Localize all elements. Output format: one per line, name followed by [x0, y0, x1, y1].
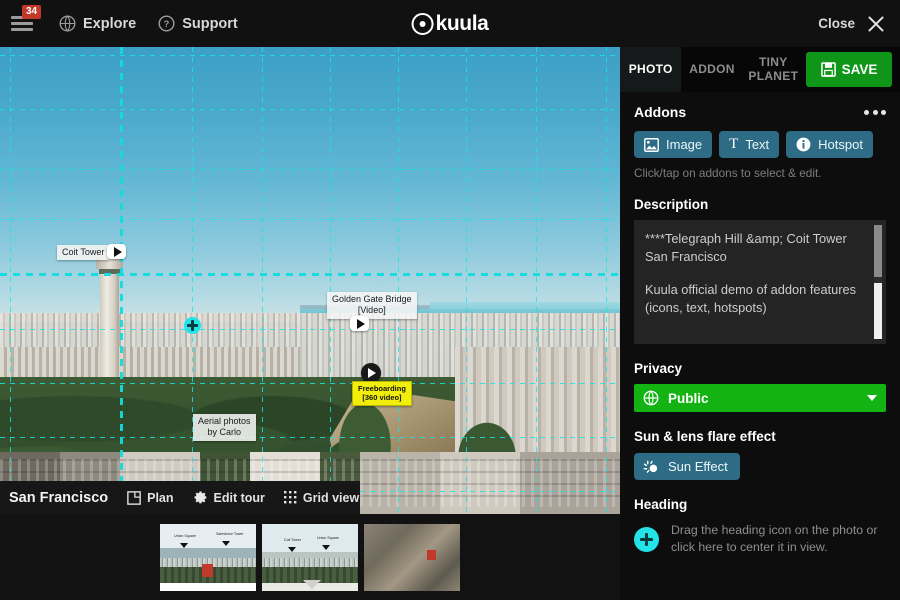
globe-icon — [643, 390, 659, 406]
thumb1-mark-2: Salesforce Tower — [216, 531, 244, 536]
nav-explore[interactable]: Explore — [59, 15, 136, 32]
heading-hint-text: Drag the heading icon on the photo or cl… — [671, 523, 878, 555]
save-button-label: SAVE — [841, 61, 878, 77]
panel-tabs: PHOTO ADDON TINY PLANET SAVE — [620, 47, 900, 92]
text-t-icon: T — [729, 136, 739, 152]
tab-photo[interactable]: PHOTO — [620, 47, 682, 92]
globe-icon — [59, 15, 76, 32]
kuula-logo-text: kuula — [435, 11, 489, 35]
tab-addon[interactable]: ADDON — [681, 47, 742, 92]
top-navigation-bar: 34 Explore ? Support kuula Close — [0, 0, 900, 47]
addon-image-button[interactable]: Image — [634, 131, 713, 158]
close-button-label: Close — [818, 16, 855, 31]
close-button[interactable]: Close — [818, 14, 886, 34]
tab-tiny-planet-line1: TINY — [759, 54, 788, 69]
toolbar-grid-view-button[interactable]: Grid view — [283, 490, 360, 505]
addon-image-label: Image — [666, 137, 703, 152]
nav-explore-label: Explore — [83, 15, 137, 32]
thumb2-mark-1: Coit Tower — [284, 537, 301, 542]
hotspot-ggb-line1: Golden Gate Bridge — [332, 294, 412, 304]
info-circle-icon — [796, 137, 811, 152]
floorplan-icon — [127, 490, 141, 505]
addon-text-label: Text — [745, 137, 770, 152]
heading-crosshair-icon[interactable] — [184, 317, 201, 334]
heading-crosshair-icon[interactable] — [634, 526, 659, 552]
hotspot-aerial-line2: by Carlo — [207, 427, 242, 438]
description-textarea[interactable]: ****Telegraph Hill &amp; Coit Tower San … — [634, 220, 886, 344]
sun-effect-button-label: Sun Effect — [668, 459, 728, 474]
panorama-title: San Francisco — [9, 489, 109, 506]
thumbnail-item-1[interactable]: Union Square Salesforce Tower — [160, 523, 256, 591]
hotspot-freeboarding-line2: [360 video] — [362, 393, 402, 403]
notification-badge: 34 — [22, 4, 42, 19]
panorama-viewer[interactable]: Coit Tower Golden Gate Bridge [Video] Ae… — [0, 47, 620, 514]
addon-text-button[interactable]: T Text — [719, 131, 780, 158]
floppy-disk-icon — [820, 62, 836, 77]
description-label: Description — [634, 197, 709, 212]
hotspot-freeboarding-play-icon[interactable] — [361, 363, 381, 383]
hotspot-aerial-photos-label[interactable]: Aerial photos by Carlo — [193, 414, 256, 441]
description-paragraph-1: ****Telegraph Hill &amp; Coit Tower San … — [645, 231, 847, 265]
addons-section-title: Addons — [634, 104, 687, 120]
privacy-select[interactable]: Public — [634, 384, 886, 412]
thumb1-mark-1: Union Square — [174, 533, 196, 538]
hotspot-golden-gate-bridge-label[interactable]: Golden Gate Bridge [Video] — [327, 292, 417, 319]
panorama-toolbar: San Francisco Plan Edit tour Grid view — [0, 481, 360, 514]
close-x-icon — [866, 14, 886, 34]
tab-tiny-planet[interactable]: TINY PLANET — [743, 47, 804, 92]
tab-tiny-planet-line2: PLANET — [748, 68, 799, 83]
panorama-image — [0, 47, 620, 514]
chevron-down-icon[interactable] — [303, 580, 321, 589]
right-side-panel: PHOTO ADDON TINY PLANET SAVE Addons Imag… — [620, 47, 900, 600]
kuula-logo[interactable]: kuula — [411, 11, 489, 36]
grid-dots-icon — [283, 491, 297, 504]
description-scrollbar-thumb-top[interactable] — [874, 225, 882, 277]
hotspot-ggb-line2: [Video] — [357, 305, 386, 316]
svg-text:?: ? — [164, 19, 170, 29]
kuula-circle-dot-icon — [411, 12, 434, 35]
coit-tower-building — [96, 253, 123, 383]
hotspot-freeboarding-label[interactable]: Freeboarding [360 video] — [352, 381, 412, 406]
toolbar-grid-view-label: Grid view — [302, 490, 360, 505]
hotspot-coit-tower-play-icon[interactable] — [107, 244, 126, 259]
hotspot-freeboarding-line1: Freeboarding — [358, 384, 406, 393]
toolbar-edit-tour-label: Edit tour — [213, 490, 265, 505]
ellipsis-icon[interactable] — [864, 109, 886, 115]
toolbar-plan-button[interactable]: Plan — [127, 490, 174, 505]
question-circle-icon: ? — [158, 15, 175, 32]
description-paragraph-2: Kuula official demo of addon features (i… — [645, 282, 857, 316]
image-icon — [644, 137, 659, 152]
addon-buttons-group: Image T Text Hotspot — [634, 131, 886, 158]
sun-effect-button[interactable]: Sun Effect — [634, 453, 740, 480]
description-scrollbar-thumb-bottom[interactable] — [874, 283, 882, 339]
kuula-editor-app: 34 Explore ? Support kuula Close Coit To… — [0, 0, 900, 600]
thumb2-mark-2: Union Square — [317, 535, 339, 540]
addon-hotspot-button[interactable]: Hotspot — [786, 131, 873, 158]
addon-hotspot-label: Hotspot — [818, 137, 863, 152]
hotspot-aerial-line1: Aerial photos — [198, 416, 251, 426]
toolbar-plan-label: Plan — [147, 490, 174, 505]
nav-support[interactable]: ? Support — [158, 15, 238, 32]
heading-label: Heading — [634, 497, 688, 512]
sun-effect-label: Sun & lens flare effect — [634, 429, 776, 444]
thumbnail-item-3[interactable] — [364, 523, 460, 591]
toolbar-edit-tour-button[interactable]: Edit tour — [193, 490, 265, 505]
gear-icon — [193, 490, 208, 505]
hamburger-menu-icon[interactable]: 34 — [11, 4, 42, 37]
addons-hint-text: Click/tap on addons to select & edit. — [634, 166, 822, 180]
sun-flare-icon — [643, 459, 660, 474]
hotspot-coit-tower-label[interactable]: Coit Tower — [57, 245, 110, 261]
nav-support-label: Support — [182, 15, 238, 32]
hotspot-golden-gate-bridge-play-icon[interactable] — [350, 316, 369, 331]
privacy-value: Public — [668, 390, 709, 406]
caret-down-icon — [867, 395, 877, 401]
save-button[interactable]: SAVE — [805, 52, 892, 87]
privacy-label: Privacy — [634, 361, 683, 376]
